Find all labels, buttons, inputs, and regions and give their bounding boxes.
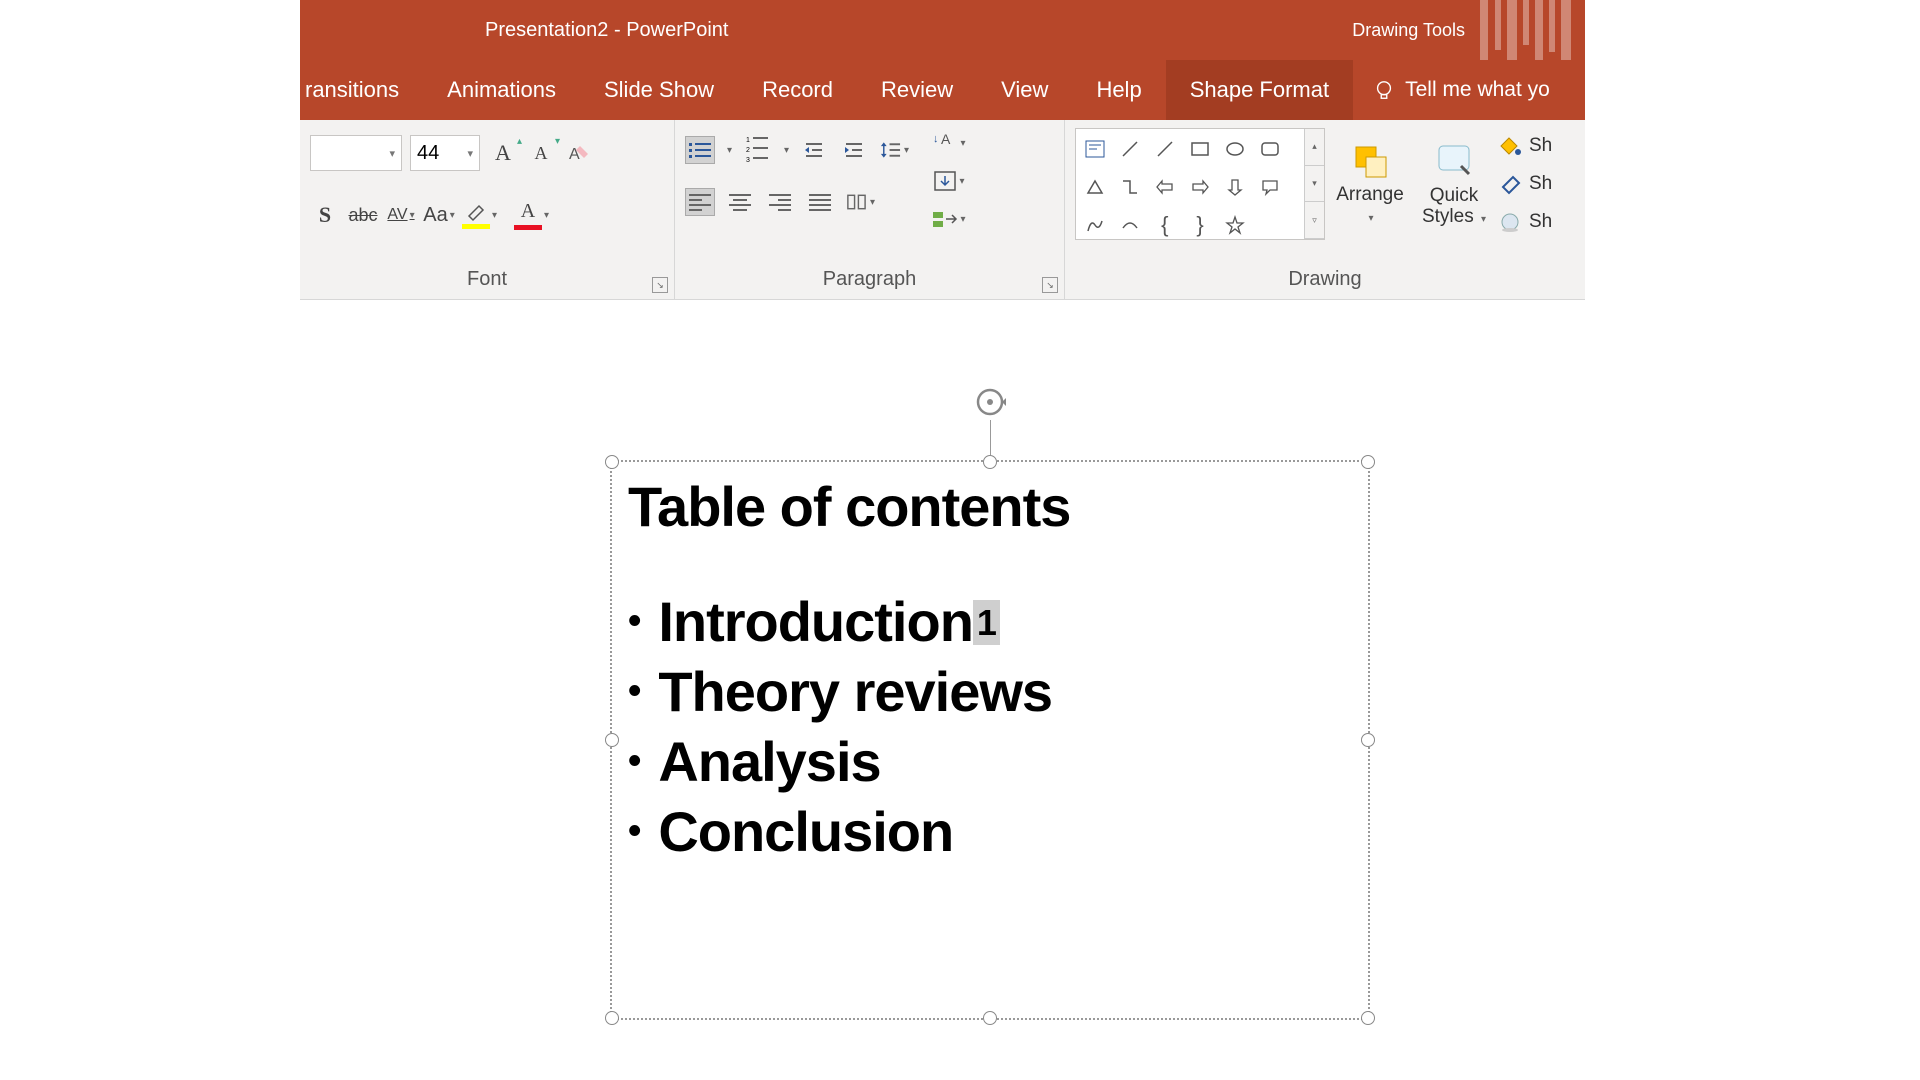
resize-handle-ml[interactable] [605,733,619,747]
decrease-indent-button[interactable] [799,135,829,165]
strikethrough-button[interactable]: abc [348,200,378,230]
shape-arrow-right[interactable] [1183,169,1216,205]
numbering-button[interactable]: 1 2 3 [742,136,772,164]
shape-effects-button[interactable]: Sh [1499,204,1552,240]
svg-text:A: A [941,131,951,147]
shape-oval[interactable] [1219,131,1252,167]
lightbulb-icon [1373,79,1395,101]
shape-brace-right[interactable]: } [1183,207,1216,243]
quick-styles-button[interactable]: Quick Styles ▾ [1415,128,1493,240]
align-center-button[interactable] [725,188,755,216]
menu-bar: ransitions Animations Slide Show Record … [300,60,1585,120]
resize-handle-bm[interactable] [983,1011,997,1025]
slide-title: Table of contents [628,474,1352,539]
line-spacing-button[interactable]: ▾ [879,135,909,165]
convert-smartart-button[interactable]: ▾ [925,204,971,234]
tab-animations[interactable]: Animations [423,60,580,120]
change-case-button[interactable]: Aa▾ [424,200,454,230]
drawing-group-label: Drawing [1075,268,1575,297]
resize-handle-br[interactable] [1361,1011,1375,1025]
shape-freeform[interactable] [1113,207,1146,243]
resize-handle-bl[interactable] [605,1011,619,1025]
shape-outline-button[interactable]: Sh [1499,166,1552,202]
ribbon: ▾ 44▾ A▴ A▾ A S abc AV▾ Aa▾ [300,120,1585,300]
font-group-label: Font [310,268,664,297]
bullet-item-1: •Theory reviews [628,657,1352,727]
shape-arrow-left[interactable] [1148,169,1181,205]
context-tab-label: Drawing Tools [1352,20,1465,41]
paragraph-group-label: Paragraph [685,268,1054,297]
columns-button[interactable]: ▾ [845,187,875,217]
align-left-button[interactable] [685,188,715,216]
shape-arrow-down[interactable] [1219,169,1252,205]
increase-font-size-button[interactable]: A▴ [488,138,518,168]
align-justify-button[interactable] [805,188,835,216]
rotate-handle[interactable] [972,384,1008,420]
textbox-content[interactable]: Table of contents •Introduction1 •Theory… [612,462,1368,879]
shape-triangle[interactable] [1078,169,1111,205]
tab-shape-format[interactable]: Shape Format [1166,60,1353,120]
app-window: Presentation2 - PowerPoint Drawing Tools… [300,0,1585,300]
tab-help[interactable]: Help [1072,60,1165,120]
resize-handle-tm[interactable] [983,455,997,469]
slide-canvas[interactable]: Table of contents •Introduction1 •Theory… [300,300,1920,1080]
gallery-scroll[interactable]: ▴▾▿ [1304,129,1324,239]
font-dialog-launcher[interactable]: ↘ [652,277,668,293]
bullet-item-3: •Conclusion [628,797,1352,867]
resize-handle-tl[interactable] [605,455,619,469]
resize-handle-tr[interactable] [1361,455,1375,469]
shape-textbox[interactable] [1078,131,1111,167]
shape-callout[interactable] [1254,169,1287,205]
shape-line[interactable] [1113,131,1146,167]
tab-review[interactable]: Review [857,60,977,120]
align-right-button[interactable] [765,188,795,216]
shape-line2[interactable] [1148,131,1181,167]
character-spacing-button[interactable]: AV▾ [386,200,416,230]
shape-roundrect[interactable] [1254,131,1287,167]
font-color-button[interactable]: A ▾ [514,200,558,230]
increase-indent-button[interactable] [839,135,869,165]
bullet-item-0: •Introduction1 [628,587,1352,657]
bullet-item-2: •Analysis [628,727,1352,797]
title-bar: Presentation2 - PowerPoint Drawing Tools [300,0,1585,60]
window-title: Presentation2 - PowerPoint [485,19,728,42]
shape-rect[interactable] [1183,131,1216,167]
paragraph-dialog-launcher[interactable]: ↘ [1042,277,1058,293]
align-text-button[interactable]: ▾ [925,166,971,196]
superscript-footnote: 1 [973,600,1000,645]
font-size-input[interactable]: 44▾ [410,135,480,171]
shape-brace-left[interactable]: { [1148,207,1181,243]
font-family-dropdown[interactable]: ▾ [310,135,402,171]
highlight-color-button[interactable]: ▾ [462,202,506,229]
shape-connector[interactable] [1113,169,1146,205]
tell-me-search[interactable]: Tell me what yo [1353,78,1550,102]
bullets-button[interactable] [685,136,715,164]
tab-view[interactable]: View [977,60,1072,120]
decrease-font-size-button[interactable]: A▾ [526,138,556,168]
clear-formatting-button[interactable]: A [564,138,594,168]
arrange-button[interactable]: Arrange▾ [1331,128,1409,240]
ribbon-group-paragraph: ▾ 1 2 3 ▾ ▾ [675,120,1065,299]
tab-slideshow[interactable]: Slide Show [580,60,738,120]
shape-curve[interactable] [1078,207,1111,243]
rotate-stem [990,420,991,455]
text-box-selected[interactable]: Table of contents •Introduction1 •Theory… [610,460,1370,1020]
text-shadow-button[interactable]: S [310,200,340,230]
text-direction-button[interactable]: ↓A▾ [925,128,971,158]
shape-star[interactable] [1219,207,1252,243]
resize-handle-mr[interactable] [1361,733,1375,747]
ribbon-group-font: ▾ 44▾ A▴ A▾ A S abc AV▾ Aa▾ [300,120,675,299]
shape-fill-button[interactable]: Sh [1499,128,1552,164]
ribbon-group-drawing: { } ▴▾▿ Arrange▾ Quick Styles ▾ [1065,120,1585,299]
svg-text:↓: ↓ [933,133,939,145]
tab-record[interactable]: Record [738,60,857,120]
shapes-gallery[interactable]: { } ▴▾▿ [1075,128,1325,240]
tab-transitions[interactable]: ransitions [300,60,423,120]
tell-me-label: Tell me what yo [1405,78,1550,102]
